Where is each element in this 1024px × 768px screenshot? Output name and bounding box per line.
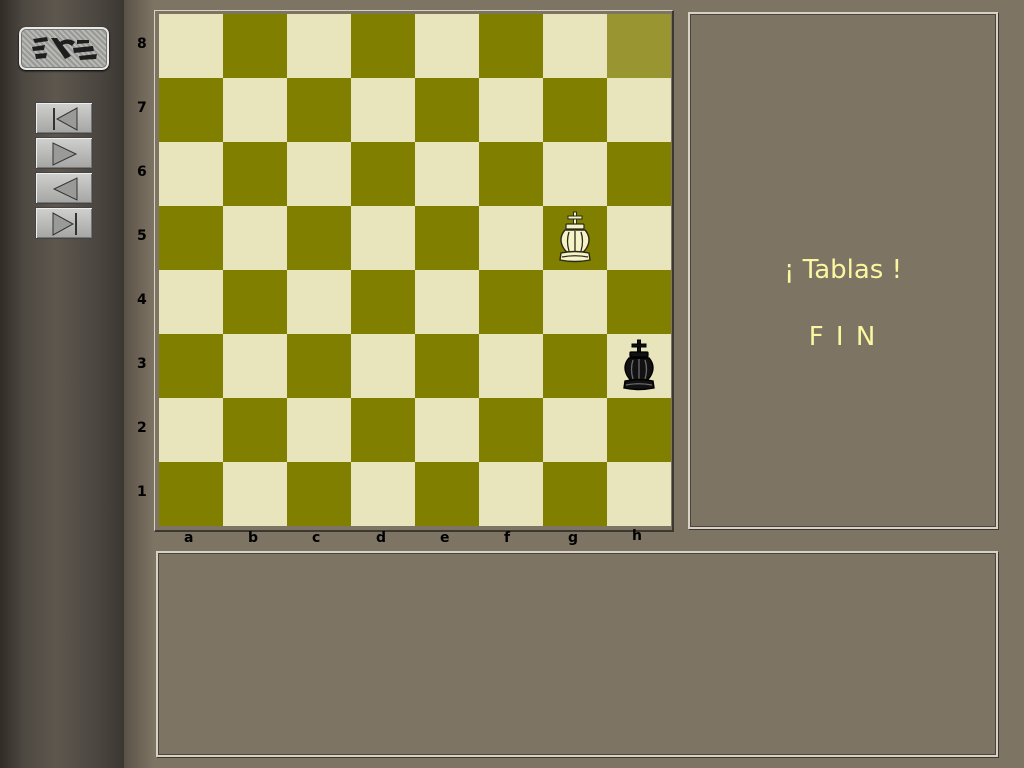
square-d3[interactable] xyxy=(351,334,415,398)
file-label-a: a xyxy=(184,530,194,546)
rank-label-7: 7 xyxy=(137,100,147,116)
square-b8[interactable] xyxy=(223,14,287,78)
square-h8[interactable] xyxy=(607,14,671,78)
square-c7[interactable] xyxy=(287,78,351,142)
file-label-g: g xyxy=(568,530,579,546)
square-h7[interactable] xyxy=(607,78,671,142)
square-b6[interactable] xyxy=(223,142,287,206)
square-g2[interactable] xyxy=(543,398,607,462)
square-c2[interactable] xyxy=(287,398,351,462)
square-d7[interactable] xyxy=(351,78,415,142)
square-h1[interactable] xyxy=(607,462,671,526)
square-b5[interactable] xyxy=(223,206,287,270)
square-h5[interactable] xyxy=(607,206,671,270)
rank-label-3: 3 xyxy=(137,356,147,372)
game-result-text: ¡ Tablas ! xyxy=(783,255,903,285)
game-status-panel: ¡ Tablas ! F I N xyxy=(688,12,998,529)
rank-label-8: 8 xyxy=(137,36,147,52)
square-e1[interactable] xyxy=(415,462,479,526)
rank-label-6: 6 xyxy=(137,164,147,180)
move-list-panel xyxy=(156,551,998,757)
square-g4[interactable] xyxy=(543,270,607,334)
square-b7[interactable] xyxy=(223,78,287,142)
square-f4[interactable] xyxy=(479,270,543,334)
square-e4[interactable] xyxy=(415,270,479,334)
rank-label-2: 2 xyxy=(137,420,147,436)
file-label-c: c xyxy=(312,530,321,546)
square-f6[interactable] xyxy=(479,142,543,206)
square-f5[interactable] xyxy=(479,206,543,270)
square-f8[interactable] xyxy=(479,14,543,78)
file-label-e: e xyxy=(440,530,450,546)
chess-board xyxy=(159,14,671,526)
square-a2[interactable] xyxy=(159,398,223,462)
square-f7[interactable] xyxy=(479,78,543,142)
square-g1[interactable] xyxy=(543,462,607,526)
square-d6[interactable] xyxy=(351,142,415,206)
square-b1[interactable] xyxy=(223,462,287,526)
square-e6[interactable] xyxy=(415,142,479,206)
square-d2[interactable] xyxy=(351,398,415,462)
square-c5[interactable] xyxy=(287,206,351,270)
next-move-button[interactable] xyxy=(35,137,93,169)
file-label-d: d xyxy=(376,530,387,546)
square-d5[interactable] xyxy=(351,206,415,270)
game-end-text: F I N xyxy=(808,322,878,352)
square-a7[interactable] xyxy=(159,78,223,142)
square-c6[interactable] xyxy=(287,142,351,206)
square-c4[interactable] xyxy=(287,270,351,334)
file-label-f: f xyxy=(504,530,511,546)
square-e3[interactable] xyxy=(415,334,479,398)
skip-forward-icon xyxy=(52,212,77,236)
square-g8[interactable] xyxy=(543,14,607,78)
square-a3[interactable] xyxy=(159,334,223,398)
square-h4[interactable] xyxy=(607,270,671,334)
last-move-button[interactable] xyxy=(35,207,93,239)
rank-label-1: 1 xyxy=(137,484,147,500)
rank-label-5: 5 xyxy=(137,228,147,244)
file-label-b: b xyxy=(248,530,259,546)
square-a6[interactable] xyxy=(159,142,223,206)
square-e7[interactable] xyxy=(415,78,479,142)
square-d1[interactable] xyxy=(351,462,415,526)
skip-back-icon xyxy=(53,107,78,131)
square-c8[interactable] xyxy=(287,14,351,78)
square-a5[interactable] xyxy=(159,206,223,270)
file-label-h: h xyxy=(632,528,642,544)
square-h2[interactable] xyxy=(607,398,671,462)
square-c3[interactable] xyxy=(287,334,351,398)
square-c1[interactable] xyxy=(287,462,351,526)
black-king-icon[interactable] xyxy=(619,337,659,395)
square-a1[interactable] xyxy=(159,462,223,526)
play-forward-icon xyxy=(52,142,78,166)
square-e2[interactable] xyxy=(415,398,479,462)
play-back-icon xyxy=(52,177,78,201)
rank-label-4: 4 xyxy=(137,292,147,308)
square-f1[interactable] xyxy=(479,462,543,526)
square-b4[interactable] xyxy=(223,270,287,334)
square-h6[interactable] xyxy=(607,142,671,206)
square-a8[interactable] xyxy=(159,14,223,78)
square-g3[interactable] xyxy=(543,334,607,398)
app-logo[interactable] xyxy=(19,27,109,70)
square-e5[interactable] xyxy=(415,206,479,270)
square-d8[interactable] xyxy=(351,14,415,78)
square-f2[interactable] xyxy=(479,398,543,462)
white-king-icon[interactable] xyxy=(555,209,595,267)
square-g6[interactable] xyxy=(543,142,607,206)
square-e8[interactable] xyxy=(415,14,479,78)
square-f3[interactable] xyxy=(479,334,543,398)
square-g7[interactable] xyxy=(543,78,607,142)
square-d4[interactable] xyxy=(351,270,415,334)
previous-move-button[interactable] xyxy=(35,172,93,204)
square-b2[interactable] xyxy=(223,398,287,462)
app-logo-icon xyxy=(32,37,97,60)
square-b3[interactable] xyxy=(223,334,287,398)
square-a4[interactable] xyxy=(159,270,223,334)
first-move-button[interactable] xyxy=(35,102,93,134)
